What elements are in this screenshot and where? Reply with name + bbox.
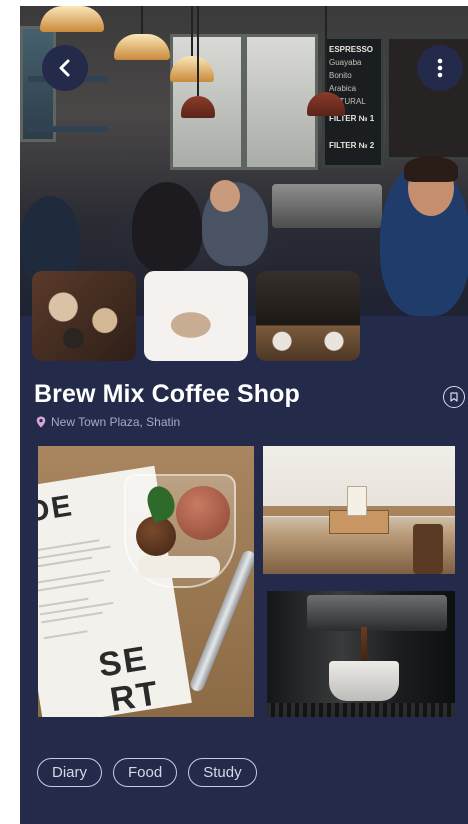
table-card (347, 486, 367, 516)
drip-tray (267, 703, 455, 717)
gallery-thumbnails (32, 271, 360, 361)
shelf (28, 126, 108, 132)
barista-hair (404, 156, 458, 182)
cream-layer (138, 556, 220, 578)
tag-study[interactable]: Study (188, 758, 257, 787)
tag-list: Diary Food Study (37, 758, 257, 787)
chalk-text: FILTER № 2 (329, 141, 375, 150)
bookmark-icon (450, 392, 458, 402)
menu-letters: RT (107, 674, 163, 717)
chalk-text: Bonito (329, 71, 352, 80)
tag-food[interactable]: Food (113, 758, 178, 787)
thumbnail-cappuccino[interactable] (144, 271, 248, 361)
photo-table-stand[interactable] (263, 446, 455, 574)
bookmark-button[interactable] (443, 386, 465, 408)
thumbnail-latte[interactable] (32, 271, 136, 361)
chalk-text: Guayaba (329, 58, 362, 67)
chevron-left-icon (59, 59, 70, 77)
back-button[interactable] (42, 45, 88, 91)
hero-image: ESPRESSO Guayaba Bonito Arabica NATURAL … (20, 6, 468, 316)
shop-location: New Town Plaza, Shatin (36, 415, 180, 429)
window-pane (244, 34, 318, 170)
menu-letters: DE (38, 489, 76, 529)
more-vertical-icon (437, 58, 443, 78)
espresso-machine (272, 184, 382, 228)
thumbnail-pour-over[interactable] (256, 271, 360, 361)
photo-dessert[interactable]: DE SE RT (38, 446, 254, 717)
more-options-button[interactable] (417, 45, 463, 91)
customer-face (210, 180, 240, 212)
map-pin-icon (36, 416, 46, 428)
chalk-text: ESPRESSO (329, 45, 374, 54)
chair (413, 524, 443, 574)
photo-espresso-machine[interactable] (267, 591, 455, 717)
tag-diary[interactable]: Diary (37, 758, 103, 787)
location-text: New Town Plaza, Shatin (51, 415, 181, 429)
customer-figure (132, 182, 202, 272)
shop-title: Brew Mix Coffee Shop (34, 380, 300, 408)
gelato-scoop (176, 486, 230, 540)
machine-group-head (307, 595, 447, 631)
chalk-text: Arabica (329, 84, 357, 93)
phone-screen: ESPRESSO Guayaba Bonito Arabica NATURAL … (20, 6, 468, 824)
espresso-cup (329, 661, 399, 701)
dessert-glass (124, 474, 236, 588)
